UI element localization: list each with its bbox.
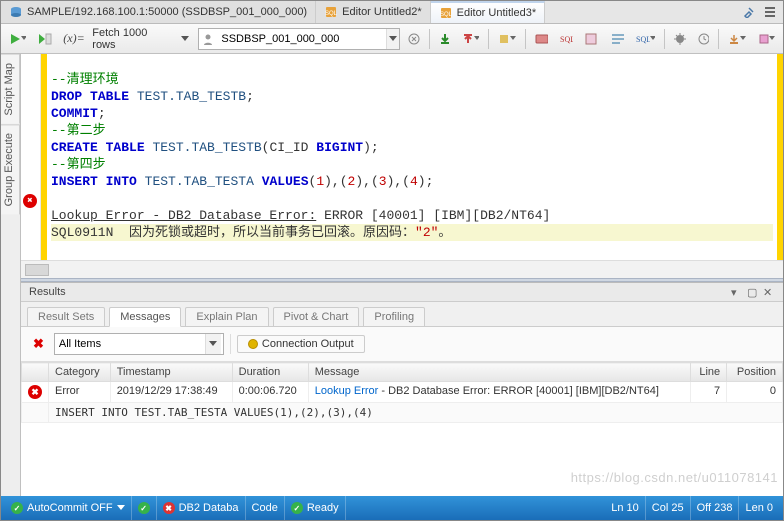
code-area[interactable]: --清理环境 DROP TABLE TEST.TAB_TESTB; COMMIT… (47, 54, 777, 260)
svg-text:SQL: SQL (440, 12, 453, 18)
results-panel: Results ▾ ▢ ✕ Result Sets Messages Expla… (21, 282, 783, 496)
menu-icon[interactable] (761, 1, 779, 23)
side-tabs: Script Map Group Execute (1, 54, 21, 496)
user-icon (199, 33, 217, 45)
export-button[interactable] (724, 28, 749, 50)
maximize-icon[interactable]: ▢ (747, 286, 759, 298)
schema-input[interactable] (217, 32, 385, 46)
sql-tool-2[interactable]: SQL (556, 28, 577, 50)
col-timestamp[interactable]: Timestamp (110, 363, 232, 382)
error-marker-icon[interactable]: ✖ (23, 194, 37, 208)
sql-tool-1[interactable] (531, 28, 552, 50)
col-position[interactable]: Position (727, 363, 783, 382)
db-icon (9, 5, 23, 19)
tab-editor-3[interactable]: SQL Editor Untitled3* (431, 1, 546, 23)
fetch-label: Fetch 1000 rows (92, 27, 170, 51)
highlight-bar-right (777, 54, 783, 260)
status-off: Off 238 (691, 496, 740, 520)
statusbar: ✓ AutoCommit OFF ✓ ✖ DB2 Databa Code ✓ R… (1, 496, 783, 520)
status-warn-button[interactable]: ✓ (132, 496, 157, 520)
cell-category: Error (49, 382, 111, 403)
connection-output-button[interactable]: Connection Output (237, 335, 365, 353)
filter-input[interactable] (55, 337, 205, 351)
tab-connection[interactable]: SAMPLE/192.168.100.1:50000 (SSDBSP_001_0… (1, 1, 316, 23)
tab-label: Editor Untitled3* (457, 7, 537, 19)
editor-tabbar: SAMPLE/192.168.100.1:50000 (SSDBSP_001_0… (1, 1, 783, 24)
sql-icon: SQL (439, 6, 453, 20)
find-button[interactable] (494, 28, 519, 50)
rollback-button[interactable] (458, 28, 483, 50)
toolbar: (x)= Fetch 1000 rows SQL SQL (1, 24, 783, 54)
col-duration[interactable]: Duration (232, 363, 308, 382)
svg-text:SQL: SQL (325, 11, 338, 17)
table-row-detail: INSERT INTO TEST.TAB_TESTA VALUES(1),(2)… (22, 403, 783, 423)
horizontal-scrollbar[interactable] (21, 260, 783, 278)
tab-explain-plan[interactable]: Explain Plan (185, 307, 268, 327)
results-tabs: Result Sets Messages Explain Plan Pivot … (21, 302, 783, 327)
table-row[interactable]: ✖ Error 2019/12/29 17:38:49 0:00:06.720 … (22, 382, 783, 403)
status-autocommit[interactable]: ✓ AutoCommit OFF (5, 496, 132, 520)
svg-text:SQL: SQL (636, 35, 649, 44)
minimize-icon[interactable]: ▾ (731, 286, 743, 298)
tab-label: SAMPLE/192.168.100.1:50000 (SSDBSP_001_0… (27, 6, 307, 18)
clear-messages-button[interactable]: ✖ (29, 336, 48, 352)
history-button[interactable] (694, 28, 714, 50)
schema-combo[interactable] (198, 28, 400, 50)
filter-combo[interactable] (54, 333, 224, 355)
tab-pivot-chart[interactable]: Pivot & Chart (273, 307, 360, 327)
pin-icon[interactable] (739, 1, 759, 23)
close-icon[interactable]: ✕ (763, 286, 775, 298)
cell-timestamp: 2019/12/29 17:38:49 (110, 382, 232, 403)
sidetab-group-execute[interactable]: Group Execute (1, 124, 20, 214)
debug-button[interactable] (670, 28, 690, 50)
gutter: ✖ (21, 54, 41, 260)
cell-detail: INSERT INTO TEST.TAB_TESTA VALUES(1),(2)… (49, 403, 783, 423)
status-ln: Ln 10 (605, 496, 646, 520)
panel-title: Results (29, 286, 66, 298)
status-dot-icon (248, 339, 258, 349)
cell-position: 0 (727, 382, 783, 403)
run-button[interactable] (5, 28, 30, 50)
chevron-down-icon[interactable] (386, 29, 400, 49)
sql-script-button[interactable]: SQL (632, 28, 659, 50)
status-ready: ✓ Ready (285, 496, 346, 520)
status-col: Col 25 (646, 496, 691, 520)
sql-icon: SQL (324, 5, 338, 19)
sql-tool-3[interactable] (581, 28, 602, 50)
status-code: Code (246, 496, 285, 520)
run-plan-button[interactable] (34, 28, 55, 50)
tab-profiling[interactable]: Profiling (363, 307, 425, 327)
svg-text:SQL: SQL (560, 35, 573, 44)
fetch-dropdown[interactable] (176, 28, 194, 50)
cell-message: Lookup Error - DB2 Database Error: ERROR… (308, 382, 690, 403)
error-icon: ✖ (163, 502, 175, 514)
chevron-down-icon[interactable] (205, 334, 221, 354)
check-icon: ✓ (138, 502, 150, 514)
connection-output-label: Connection Output (262, 338, 354, 350)
cell-duration: 0:00:06.720 (232, 382, 308, 403)
tab-label: Editor Untitled2* (342, 6, 422, 18)
variables-button[interactable]: (x)= (60, 28, 89, 50)
messages-grid[interactable]: Category Timestamp Duration Message Line… (21, 362, 783, 496)
check-icon: ✓ (11, 502, 23, 514)
message-link[interactable]: Lookup Error (315, 385, 379, 397)
clear-schema-button[interactable] (404, 28, 424, 50)
import-button[interactable] (754, 28, 779, 50)
tab-editor-2[interactable]: SQL Editor Untitled2* (316, 1, 431, 23)
status-db[interactable]: ✖ DB2 Databa (157, 496, 246, 520)
tab-result-sets[interactable]: Result Sets (27, 307, 105, 327)
commit-button[interactable] (435, 28, 455, 50)
sql-editor[interactable]: ✖ --清理环境 DROP TABLE TEST.TAB_TESTB; COMM… (21, 54, 783, 260)
check-icon: ✓ (291, 502, 303, 514)
sidetab-script-map[interactable]: Script Map (1, 54, 20, 124)
tab-messages[interactable]: Messages (109, 307, 181, 327)
col-message[interactable]: Message (308, 363, 690, 382)
cell-line: 7 (691, 382, 727, 403)
format-button[interactable] (607, 28, 628, 50)
col-category[interactable]: Category (49, 363, 111, 382)
error-row-icon: ✖ (28, 385, 42, 399)
col-line[interactable]: Line (691, 363, 727, 382)
status-len: Len 0 (739, 496, 779, 520)
